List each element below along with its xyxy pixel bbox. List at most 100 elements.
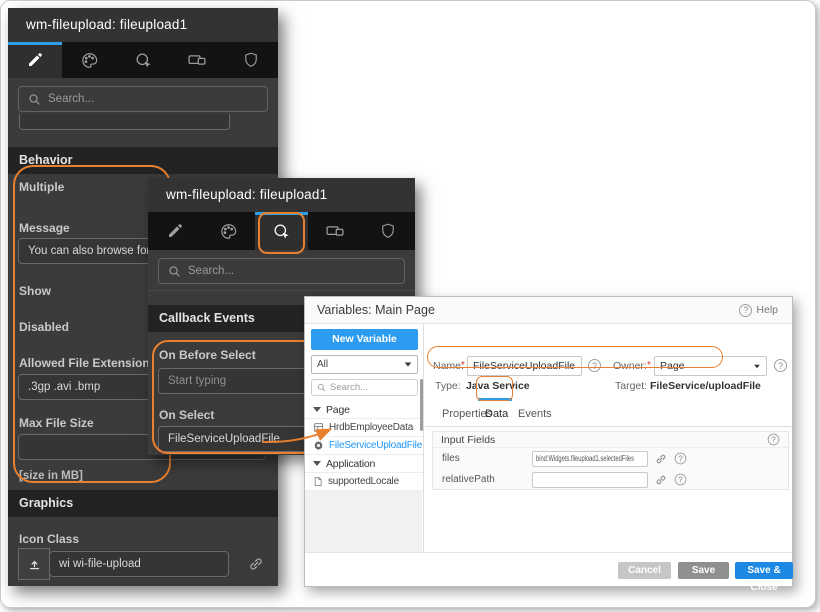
- dialog-title: Variables: Main Page: [317, 303, 435, 317]
- help-label: Help: [756, 304, 778, 316]
- panel1-title: wm-fileupload: fileupload1: [8, 8, 278, 42]
- caret-down-icon: [313, 461, 321, 466]
- variable-item-label: FileServiceUploadFile: [329, 440, 423, 451]
- file-upload-icon: [18, 548, 50, 580]
- panel2-search-input[interactable]: Search...: [158, 258, 405, 284]
- tab-events[interactable]: [116, 42, 170, 78]
- owner-help-icon[interactable]: [774, 359, 787, 372]
- caret-down-icon: [313, 407, 321, 412]
- tab-devices[interactable]: [308, 212, 361, 250]
- panel1-tabbar: [8, 42, 278, 78]
- cancel-button[interactable]: Cancel: [618, 562, 671, 579]
- input-fields-header: Input Fields: [433, 432, 788, 448]
- variable-filter-select[interactable]: All: [311, 355, 418, 374]
- disabled-label: Disabled: [19, 320, 70, 334]
- field-label: relativePath: [442, 474, 495, 485]
- input-fields-section: Input Fields files bind:Widgets.fileuplo…: [432, 431, 789, 490]
- bind-link-icon[interactable]: [248, 556, 264, 572]
- sidebar-scrollbar[interactable]: [420, 379, 423, 431]
- size-in-mb-hint: [size in MB]: [19, 470, 83, 482]
- variables-search-input[interactable]: Search...: [311, 379, 418, 396]
- show-label: Show: [19, 284, 51, 298]
- panel1-search-input[interactable]: Search...: [18, 86, 268, 112]
- field-label: files: [442, 453, 460, 464]
- clipped-input[interactable]: [19, 114, 230, 130]
- icon-class-row: wi wi-file-upload: [18, 548, 268, 580]
- bind-link-icon[interactable]: [655, 453, 667, 465]
- tab-events[interactable]: Events: [518, 408, 552, 420]
- tab-styles[interactable]: [201, 212, 254, 250]
- panel2-tabbar: [148, 212, 415, 250]
- gear-icon: [313, 440, 324, 451]
- variable-item-fileserviceuploadfile[interactable]: FileServiceUploadFile: [305, 437, 423, 455]
- field-help-icon[interactable]: [674, 452, 687, 465]
- type-target-row: Type: Java Service Target: FileService/u…: [425, 377, 792, 397]
- field-row-relativepath: relativePath: [433, 469, 788, 490]
- owner-value: Page: [660, 360, 685, 372]
- shield-icon: [242, 51, 260, 69]
- input-fields-help-icon[interactable]: [767, 433, 780, 446]
- tab-events[interactable]: [254, 212, 309, 250]
- name-input[interactable]: FileServiceUploadFile: [467, 356, 582, 376]
- owner-select[interactable]: Page: [654, 356, 767, 376]
- required-marker: *: [461, 360, 465, 371]
- search-icon: [168, 265, 181, 278]
- devices-icon: [325, 221, 345, 241]
- group-application[interactable]: Application: [305, 455, 423, 473]
- panel2-search-placeholder: Search...: [188, 265, 235, 277]
- group-page[interactable]: Page: [305, 401, 423, 419]
- allowed-file-extensions-label: Allowed File Extensions: [19, 356, 157, 370]
- target-label: Target:: [615, 380, 648, 392]
- input-fields-title: Input Fields: [441, 433, 496, 446]
- relativepath-bind-input[interactable]: [532, 471, 648, 488]
- panel1-search-placeholder: Search...: [48, 93, 95, 105]
- dialog-header: Variables: Main Page Help: [305, 297, 792, 324]
- field-help-icon[interactable]: [674, 473, 687, 486]
- tab-markup[interactable]: [148, 212, 201, 250]
- group-label: Page: [326, 403, 350, 416]
- graphics-section-header: Graphics: [8, 490, 278, 517]
- tab-security[interactable]: [224, 42, 278, 78]
- variable-item-supportedlocale[interactable]: supportedLocale: [305, 473, 423, 491]
- field-row-files: files bind:Widgets.fileupload1.selectedF…: [433, 448, 788, 469]
- save-close-button[interactable]: Save & Close: [735, 562, 793, 593]
- name-label: Name:: [433, 360, 464, 372]
- tab-markup[interactable]: [8, 42, 62, 78]
- save-button[interactable]: Save: [678, 562, 729, 579]
- divider: [148, 290, 415, 291]
- chevron-down-icon: [754, 364, 760, 368]
- owner-label: Owner:: [613, 360, 647, 372]
- type-label: Type:: [435, 380, 461, 392]
- name-help-icon[interactable]: [588, 359, 601, 372]
- bind-expression: bind:Widgets.fileupload1.selectedFiles: [536, 454, 634, 463]
- variables-dialog: Variables: Main Page Help New Variable A…: [304, 296, 793, 593]
- document-icon: [313, 476, 323, 487]
- variable-item-label: HrdbEmployeeData: [329, 422, 414, 433]
- search-icon: [317, 383, 326, 392]
- target-value: FileService/uploadFile: [650, 380, 761, 392]
- tab-security[interactable]: [362, 212, 415, 250]
- variable-item-label: supportedLocale: [328, 476, 399, 487]
- events-click-icon: [134, 51, 153, 70]
- variables-search-placeholder: Search...: [330, 382, 369, 393]
- help-button[interactable]: Help: [739, 303, 792, 317]
- icon-class-input[interactable]: wi wi-file-upload: [49, 551, 229, 577]
- bind-link-icon[interactable]: [655, 474, 667, 486]
- variable-detail-pane: Name: * FileServiceUploadFile Owner: * P…: [425, 324, 792, 552]
- dialog-footer: Cancel Save Save & Close: [305, 552, 793, 593]
- variables-sidebar: New Variable All Search... Page HrdbEmpl…: [305, 324, 424, 552]
- tab-styles[interactable]: [62, 42, 116, 78]
- palette-icon: [219, 222, 238, 241]
- tab-data[interactable]: Data: [485, 408, 508, 420]
- events-click-icon: [272, 222, 291, 241]
- group-label: Application: [326, 457, 376, 470]
- on-before-select-label: On Before Select: [159, 348, 256, 362]
- variable-item-hrdbemployeedata[interactable]: HrdbEmployeeData: [305, 419, 423, 437]
- icon-class-label: Icon Class: [19, 532, 80, 546]
- variable-filter-value: All: [317, 359, 329, 370]
- new-variable-button[interactable]: New Variable: [311, 329, 418, 350]
- files-bind-input[interactable]: bind:Widgets.fileupload1.selectedFiles: [532, 450, 648, 467]
- search-icon: [28, 93, 41, 106]
- shield-icon: [379, 222, 397, 240]
- tab-devices[interactable]: [170, 42, 224, 78]
